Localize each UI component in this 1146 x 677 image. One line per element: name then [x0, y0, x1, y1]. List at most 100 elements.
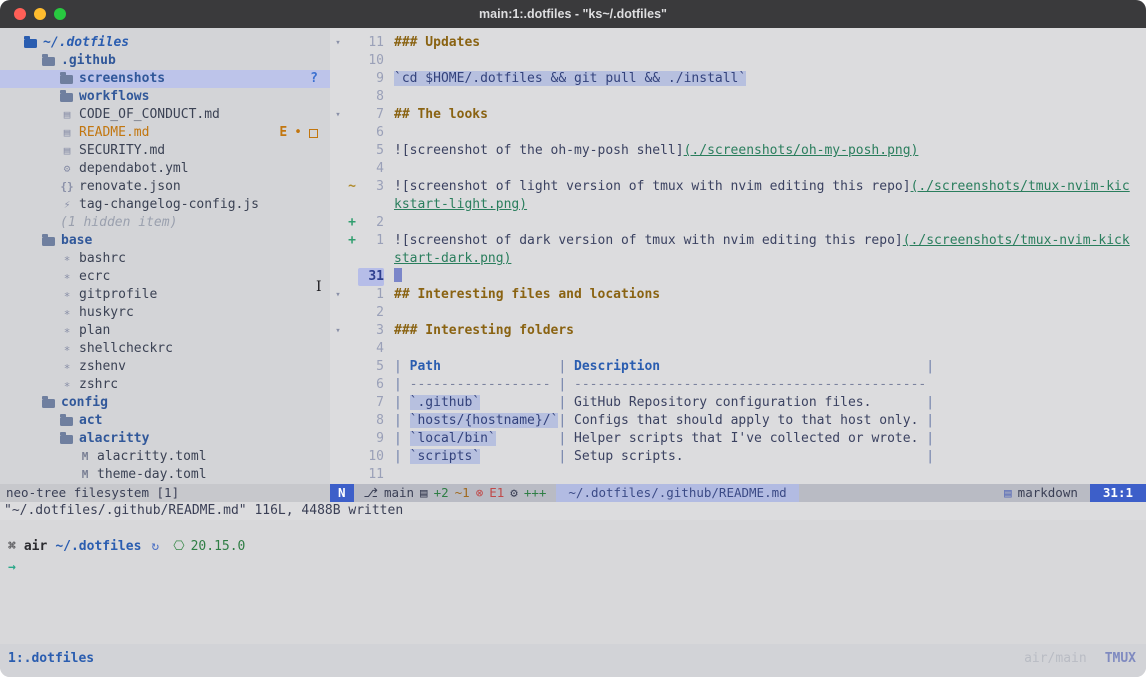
- folder-icon: [60, 417, 73, 426]
- mouse-text-cursor: I: [316, 279, 322, 295]
- fold-marker[interactable]: ▾: [330, 106, 346, 124]
- editor-line[interactable]: +1![screenshot of dark version of tmux w…: [330, 232, 1146, 250]
- line-number: 6: [358, 124, 384, 142]
- editor-pane[interactable]: ▾11### Updates109`cd $HOME/.dotfiles && …: [330, 28, 1146, 484]
- tree-item-bashrc[interactable]: ∗bashrc: [0, 250, 330, 268]
- neo-tree-sidebar[interactable]: ~/.dotfiles.githubscreenshots?workflows▤…: [0, 28, 330, 484]
- tree-item-alacritty[interactable]: alacritty: [0, 430, 330, 448]
- tree-item-label: plan: [79, 322, 110, 340]
- git-sign: [346, 376, 358, 394]
- tree-item-screenshots[interactable]: screenshots?: [0, 70, 330, 88]
- editor-line[interactable]: +2: [330, 214, 1146, 232]
- editor-line[interactable]: 4: [330, 340, 1146, 358]
- line-text: [384, 52, 1146, 70]
- close-button[interactable]: [14, 8, 26, 20]
- editor-line[interactable]: ▾11### Updates: [330, 34, 1146, 52]
- zap-icon: ⚡: [60, 196, 74, 214]
- editor-line[interactable]: ▾7## The looks: [330, 106, 1146, 124]
- zoom-button[interactable]: [54, 8, 66, 20]
- editor-line[interactable]: 9`cd $HOME/.dotfiles && git pull && ./in…: [330, 70, 1146, 88]
- fold-marker: [330, 52, 346, 70]
- tree-item-label: tag-changelog-config.js: [79, 196, 259, 214]
- tree-item-zshrc[interactable]: ∗zshrc: [0, 376, 330, 394]
- editor-line[interactable]: 4: [330, 160, 1146, 178]
- editor-line[interactable]: 8| `hosts/{hostname}/`| Configs that sho…: [330, 412, 1146, 430]
- editor-line[interactable]: 5![screenshot of the oh-my-posh shell](.…: [330, 142, 1146, 160]
- editor-line[interactable]: 2: [330, 304, 1146, 322]
- tree-item-github[interactable]: .github: [0, 52, 330, 70]
- editor-line[interactable]: 7| `.github` | GitHub Repository configu…: [330, 394, 1146, 412]
- tree-item-renovate-json[interactable]: {}renovate.json: [0, 178, 330, 196]
- tree-item-label: SECURITY.md: [79, 142, 165, 160]
- tree-item-badges: ?: [310, 70, 330, 88]
- fold-marker: [330, 466, 346, 484]
- line-text: | `hosts/{hostname}/`| Configs that shou…: [384, 412, 1146, 430]
- git-sign: [346, 52, 358, 70]
- folder-open-icon: [24, 39, 37, 48]
- line-number: 1: [358, 232, 384, 250]
- braces-icon: {}: [60, 178, 74, 196]
- fold-marker: [330, 70, 346, 88]
- asterisk-icon: ∗: [60, 268, 74, 286]
- tree-item-base[interactable]: base: [0, 232, 330, 250]
- git-sign: [346, 304, 358, 322]
- git-sign: [346, 340, 358, 358]
- fold-marker: [330, 214, 346, 232]
- tree-item-workflows[interactable]: workflows: [0, 88, 330, 106]
- editor-line[interactable]: 11: [330, 466, 1146, 484]
- editor-line[interactable]: ▾1## Interesting files and locations: [330, 286, 1146, 304]
- line-number: [358, 250, 384, 268]
- tree-item-label: zshenv: [79, 358, 126, 376]
- line-number: 9: [358, 70, 384, 88]
- tree-item-gitprofile[interactable]: ∗gitprofile: [0, 286, 330, 304]
- fold-marker[interactable]: ▾: [330, 34, 346, 52]
- editor-line[interactable]: 8: [330, 88, 1146, 106]
- tree-item-huskyrc[interactable]: ∗huskyrc: [0, 304, 330, 322]
- line-number: 9: [358, 430, 384, 448]
- editor-line[interactable]: 10| `scripts` | Setup scripts. |: [330, 448, 1146, 466]
- tree-item-label: ecrc: [79, 268, 110, 286]
- editor-line[interactable]: 10: [330, 52, 1146, 70]
- line-number: 3: [358, 178, 384, 196]
- tree-item-label: base: [61, 232, 92, 250]
- tree-item-ecrc[interactable]: ∗ ecrc: [0, 268, 330, 286]
- tree-item-1-hidden-item[interactable]: (1 hidden item): [0, 214, 330, 232]
- line-text: ### Interesting folders: [384, 322, 1146, 340]
- folder-icon: [42, 57, 55, 66]
- tree-item-dotfiles[interactable]: ~/.dotfiles: [0, 34, 330, 52]
- editor-line[interactable]: 6| ------------------ | ----------------…: [330, 376, 1146, 394]
- line-text: [384, 160, 1146, 178]
- editor-line[interactable]: 9| `local/bin` | Helper scripts that I'v…: [330, 430, 1146, 448]
- editor-line[interactable]: kstart-light.png): [330, 196, 1146, 214]
- tree-item-shellcheckrc[interactable]: ∗shellcheckrc: [0, 340, 330, 358]
- minimize-button[interactable]: [34, 8, 46, 20]
- tree-item-theme-day-toml[interactable]: Mtheme-day.toml: [0, 466, 330, 484]
- gear-icon: ⚙: [510, 484, 518, 502]
- editor-line[interactable]: start-dark.png): [330, 250, 1146, 268]
- tree-item-tag-changelog-config-js[interactable]: ⚡ tag-changelog-config.js: [0, 196, 330, 214]
- git-sign: [346, 448, 358, 466]
- tree-item-zshenv[interactable]: ∗zshenv: [0, 358, 330, 376]
- titlebar[interactable]: main:1:.dotfiles - "ks~/.dotfiles": [0, 0, 1146, 28]
- tmux-window-label[interactable]: 1:.dotfiles: [8, 651, 94, 666]
- tree-item-readme-md[interactable]: ▤README.mdE•: [0, 124, 330, 142]
- statusline: neo-tree filesystem [1] N ⎇ main ▤ +2 ~1…: [0, 484, 1146, 502]
- fold-marker[interactable]: ▾: [330, 286, 346, 304]
- git-sign: [346, 394, 358, 412]
- editor-line[interactable]: ~3![screenshot of light version of tmux …: [330, 178, 1146, 196]
- tree-item-config[interactable]: config: [0, 394, 330, 412]
- prompt-path: ~/.dotfiles: [55, 538, 141, 556]
- fold-marker: [330, 430, 346, 448]
- tree-item-alacritty-toml[interactable]: Malacritty.toml: [0, 448, 330, 466]
- tree-item-dependabot-yml[interactable]: ⚙dependabot.yml: [0, 160, 330, 178]
- editor-line[interactable]: ▾3### Interesting folders: [330, 322, 1146, 340]
- editor-line[interactable]: 6: [330, 124, 1146, 142]
- fold-marker[interactable]: ▾: [330, 322, 346, 340]
- tree-item-security-md[interactable]: ▤SECURITY.md: [0, 142, 330, 160]
- tree-item-code-of-conduct-md[interactable]: ▤CODE_OF_CONDUCT.md: [0, 106, 330, 124]
- tmux-status-right: air/main TMUX: [1024, 651, 1136, 666]
- editor-line[interactable]: 31: [330, 268, 1146, 286]
- tree-item-plan[interactable]: ∗plan: [0, 322, 330, 340]
- tree-item-act[interactable]: act: [0, 412, 330, 430]
- editor-line[interactable]: 5| Path | Description |: [330, 358, 1146, 376]
